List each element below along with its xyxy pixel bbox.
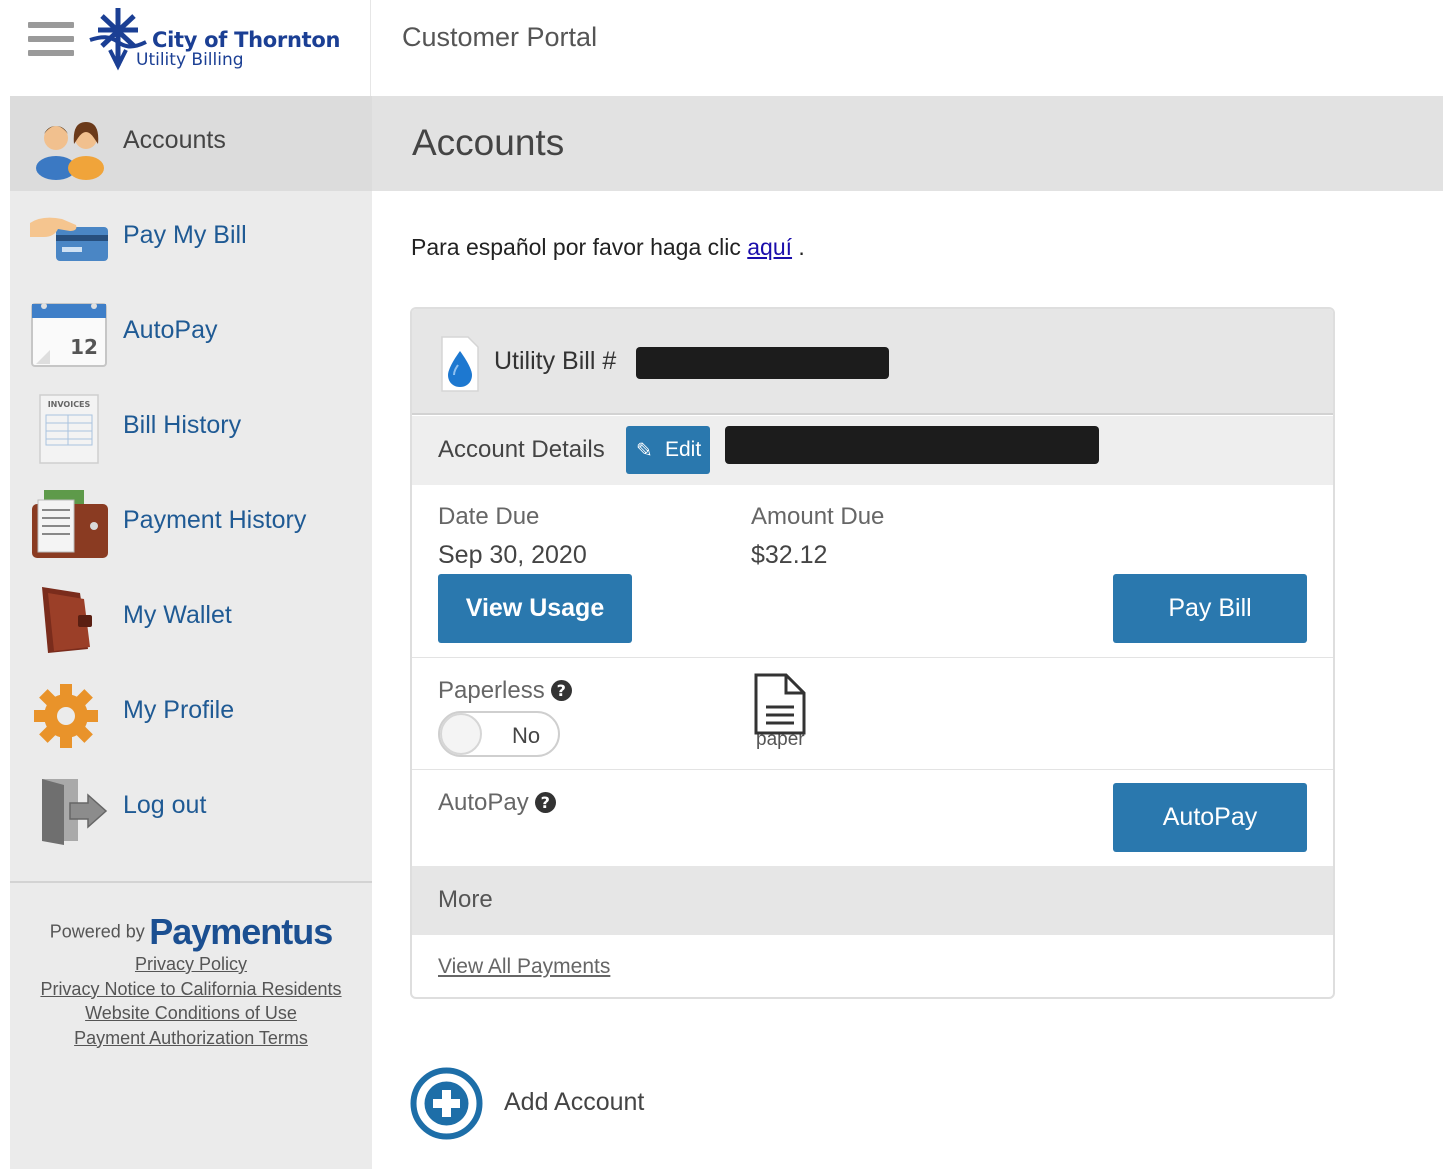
sidebar-divider	[10, 881, 372, 883]
account-details-bar: Account Details ✎ Edit	[412, 416, 1333, 485]
gear-icon	[34, 684, 98, 748]
water-drop-icon	[441, 336, 479, 392]
website-conditions-link[interactable]: Website Conditions of Use	[10, 1001, 372, 1026]
add-account-button[interactable]: Add Account	[409, 1066, 669, 1142]
utility-bill-label: Utility Bill #	[494, 347, 617, 375]
more-label: More	[438, 886, 493, 913]
powered-by: Powered by Paymentus	[10, 911, 372, 953]
logo-subtitle: Utility Billing	[136, 50, 244, 70]
california-privacy-notice-link[interactable]: Privacy Notice to California Residents	[10, 977, 372, 1002]
logo-title: City of Thornton	[152, 28, 341, 52]
page-title: Accounts	[412, 122, 565, 163]
top-bar: City of Thornton Utility Billing Custome…	[0, 0, 1443, 96]
toggle-knob	[440, 713, 482, 755]
edit-button-label: Edit	[665, 438, 702, 461]
city-logo[interactable]: City of Thornton Utility Billing	[88, 6, 358, 76]
paper-document-icon	[754, 673, 806, 735]
wallet-icon	[42, 587, 92, 653]
spanish-notice: Para español por favor haga clic aquí .	[411, 234, 805, 261]
card-header: Utility Bill #	[412, 309, 1333, 415]
autopay-label-text: AutoPay	[438, 789, 529, 816]
sidebar-item-label: Bill History	[123, 411, 242, 439]
sidebar-item-label: My Wallet	[123, 601, 232, 629]
calendar-icon: 12	[31, 303, 107, 367]
redacted-account-address	[725, 426, 1099, 464]
sidebar-item-payment-history[interactable]: Payment History	[10, 476, 372, 571]
privacy-policy-link[interactable]: Privacy Policy	[10, 952, 372, 977]
sidebar-item-label: Log out	[123, 791, 207, 819]
add-account-label: Add Account	[504, 1088, 645, 1116]
sidebar-item-accounts[interactable]: Accounts	[10, 96, 372, 191]
invoices-text: INVOICES	[48, 400, 91, 409]
view-all-payments-link[interactable]: View All Payments	[438, 955, 610, 979]
sidebar-item-log-out[interactable]: Log out	[10, 761, 372, 856]
sidebar-item-my-wallet[interactable]: My Wallet	[10, 571, 372, 666]
paymentus-logo[interactable]: Paymentus	[149, 911, 333, 952]
invoices-icon: INVOICES	[39, 394, 99, 464]
footer-links: Privacy Policy Privacy Notice to Califor…	[10, 952, 372, 1050]
row-divider	[412, 657, 1333, 658]
pencil-icon: ✎	[636, 440, 653, 462]
powered-by-text: Powered by	[49, 921, 145, 942]
spanish-link[interactable]: aquí	[747, 234, 792, 260]
users-icon	[36, 122, 104, 180]
sidebar-item-label: Payment History	[123, 506, 307, 534]
top-divider	[370, 0, 371, 96]
autopay-label: AutoPay?	[438, 789, 556, 817]
sidebar-item-autopay[interactable]: 12 AutoPay	[10, 286, 372, 381]
amount-due-label: Amount Due	[751, 503, 885, 530]
credit-card-icon	[30, 217, 108, 261]
sidebar-item-bill-history[interactable]: INVOICES Bill History	[10, 381, 372, 476]
date-due-label: Date Due	[438, 503, 540, 530]
paperless-label: Paperless?	[438, 677, 572, 705]
account-card: Utility Bill # Account Details ✎ Edit Da…	[410, 307, 1335, 999]
account-details-label: Account Details	[438, 436, 605, 463]
question-circle-icon[interactable]: ?	[550, 680, 572, 701]
portal-title: Customer Portal	[402, 22, 598, 52]
sidebar-item-label: Pay My Bill	[123, 221, 247, 249]
page-header: Accounts	[372, 96, 1443, 191]
date-due-value: Sep 30, 2020	[438, 541, 587, 569]
calendar-day-text: 12	[70, 335, 98, 359]
paper-label: paper	[756, 729, 805, 750]
question-circle-icon[interactable]: ?	[534, 792, 556, 813]
sidebar-item-my-profile[interactable]: My Profile	[10, 666, 372, 761]
sidebar-item-label: AutoPay	[123, 316, 218, 344]
hamburger-menu-icon[interactable]	[28, 22, 74, 60]
edit-button[interactable]: ✎ Edit	[626, 426, 710, 474]
redacted-account-number	[636, 347, 889, 379]
sidebar-item-pay-my-bill[interactable]: Pay My Bill	[10, 191, 372, 286]
logout-door-icon	[42, 779, 108, 845]
spanish-notice-suffix: .	[792, 234, 805, 260]
autopay-button[interactable]: AutoPay	[1113, 783, 1307, 852]
more-bar: More	[412, 866, 1333, 935]
pay-bill-button[interactable]: Pay Bill	[1113, 574, 1307, 643]
amount-due-value: $32.12	[751, 541, 828, 569]
receipts-icon	[32, 490, 108, 558]
row-divider	[412, 769, 1333, 770]
view-usage-button[interactable]: View Usage	[438, 574, 632, 643]
sidebar-item-label: Accounts	[123, 126, 226, 154]
toggle-state-text: No	[512, 723, 541, 748]
paperless-toggle[interactable]: No	[438, 711, 560, 757]
payment-authorization-terms-link[interactable]: Payment Authorization Terms	[10, 1026, 372, 1051]
paperless-label-text: Paperless	[438, 677, 545, 704]
spanish-notice-text: Para español por favor haga clic	[411, 234, 748, 260]
sidebar-item-label: My Profile	[123, 696, 235, 724]
sidebar: Accounts Pay My Bill 12 AutoPay INVOICES	[10, 96, 372, 1169]
plus-circle-icon	[410, 1067, 483, 1140]
